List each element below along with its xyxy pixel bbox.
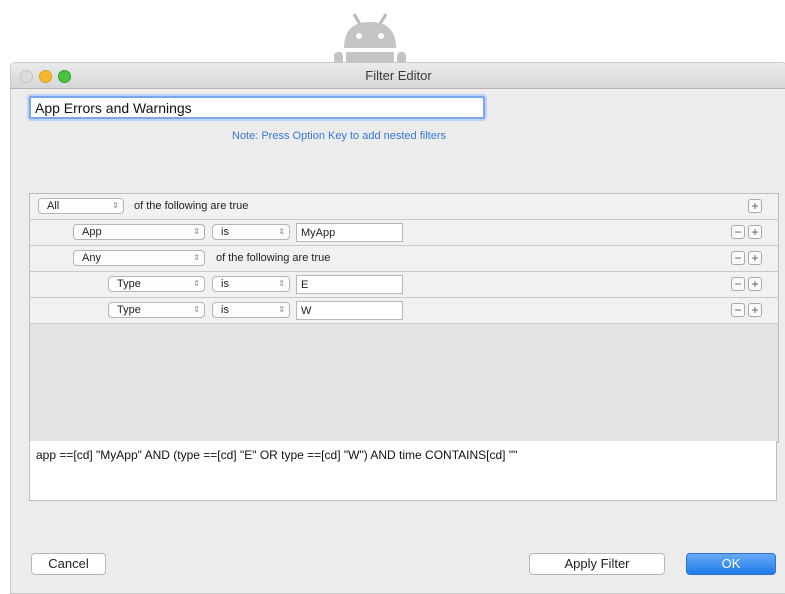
compound-row-all: All ⇕ of the following are true + bbox=[30, 194, 778, 220]
field-popup[interactable]: Type ⇕ bbox=[108, 276, 205, 292]
popup-value: Type bbox=[117, 278, 141, 290]
popup-value: App bbox=[82, 226, 102, 238]
popup-value: is bbox=[221, 226, 229, 238]
popup-arrows-icon: ⇕ bbox=[278, 305, 285, 314]
add-criterion-button[interactable]: + bbox=[748, 251, 762, 265]
window-title: Filter Editor bbox=[365, 68, 432, 83]
nested-filter-note: Note: Press Option Key to add nested fil… bbox=[232, 130, 447, 142]
operator-popup[interactable]: is ⇕ bbox=[212, 276, 290, 292]
criterion-row-type-w: Type ⇕ is ⇕ W − + bbox=[30, 298, 778, 324]
remove-criterion-button[interactable]: − bbox=[731, 303, 745, 317]
criterion-row-app: App ⇕ is ⇕ MyApp − + bbox=[30, 220, 778, 246]
quantifier-popup[interactable]: Any ⇕ bbox=[73, 250, 205, 266]
add-criterion-button[interactable]: + bbox=[748, 303, 762, 317]
add-criterion-button[interactable]: + bbox=[748, 225, 762, 239]
popup-arrows-icon: ⇕ bbox=[193, 227, 200, 236]
operator-popup[interactable]: is ⇕ bbox=[212, 224, 290, 240]
apply-filter-button[interactable]: Apply Filter bbox=[529, 553, 665, 575]
popup-value: is bbox=[221, 304, 229, 316]
add-criterion-button[interactable]: + bbox=[748, 199, 762, 213]
predicate-editor: All ⇕ of the following are true + App ⇕ … bbox=[29, 193, 779, 443]
cancel-button[interactable]: Cancel bbox=[31, 553, 106, 575]
compound-row-any: Any ⇕ of the following are true − + bbox=[30, 246, 778, 272]
popup-arrows-icon: ⇕ bbox=[193, 253, 200, 262]
remove-criterion-button[interactable]: − bbox=[731, 251, 745, 265]
operator-popup[interactable]: is ⇕ bbox=[212, 302, 290, 318]
add-criterion-button[interactable]: + bbox=[748, 277, 762, 291]
popup-value: is bbox=[221, 278, 229, 290]
popup-arrows-icon: ⇕ bbox=[112, 201, 119, 210]
predicate-text-area[interactable]: app ==[cd] "MyApp" AND (type ==[cd] "E" … bbox=[29, 441, 777, 501]
popup-arrows-icon: ⇕ bbox=[193, 305, 200, 314]
row-label: of the following are true bbox=[216, 252, 331, 264]
popup-arrows-icon: ⇕ bbox=[278, 227, 285, 236]
quantifier-popup[interactable]: All ⇕ bbox=[38, 198, 124, 214]
filter-name-input[interactable]: App Errors and Warnings bbox=[29, 96, 485, 119]
popup-arrows-icon: ⇕ bbox=[278, 279, 285, 288]
title-bar: Filter Editor bbox=[11, 63, 785, 89]
popup-arrows-icon: ⇕ bbox=[193, 279, 200, 288]
ok-button[interactable]: OK bbox=[686, 553, 776, 575]
row-label: of the following are true bbox=[134, 200, 249, 212]
popup-value: Any bbox=[82, 252, 101, 264]
remove-criterion-button[interactable]: − bbox=[731, 225, 745, 239]
field-popup[interactable]: App ⇕ bbox=[73, 224, 205, 240]
criterion-row-type-e: Type ⇕ is ⇕ E − + bbox=[30, 272, 778, 298]
value-field[interactable]: MyApp bbox=[296, 223, 403, 242]
field-popup[interactable]: Type ⇕ bbox=[108, 302, 205, 318]
filter-editor-window: Filter Editor App Errors and Warnings No… bbox=[10, 62, 785, 594]
value-field[interactable]: W bbox=[296, 301, 403, 320]
value-field[interactable]: E bbox=[296, 275, 403, 294]
remove-criterion-button[interactable]: − bbox=[731, 277, 745, 291]
popup-value: Type bbox=[117, 304, 141, 316]
popup-value: All bbox=[47, 200, 60, 212]
